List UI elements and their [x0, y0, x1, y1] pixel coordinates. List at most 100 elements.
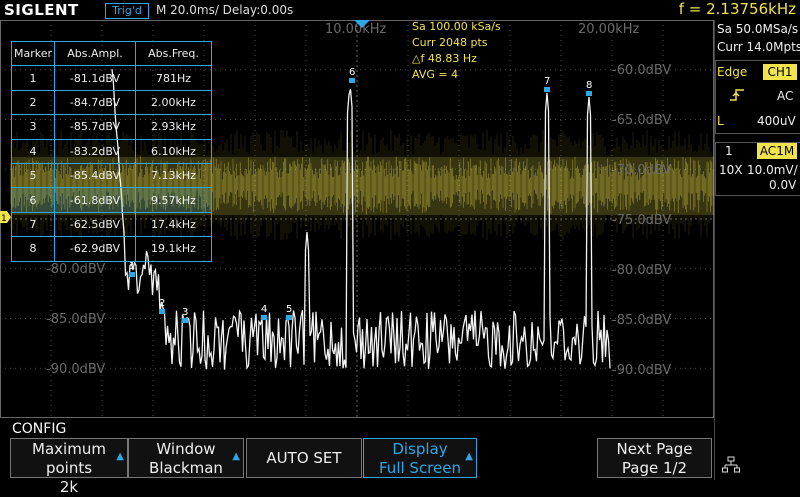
y-axis-label-right: -80.0dBV [612, 263, 671, 278]
marker-ampl: -62.9dBV [54, 236, 136, 262]
acq-sample-rate: Sa 50.0MSa/s [717, 22, 799, 36]
timebase-readout[interactable]: M 20.0ms/ Delay:0.00s [156, 3, 293, 17]
softkey-label: Maximum points [32, 440, 106, 477]
brand-logo: SIGLENT [4, 1, 79, 19]
top-status-bar: SIGLENT Trig'd M 20.0ms/ Delay:0.00s f =… [0, 0, 800, 20]
y-axis-label-right: -90.0dBV [612, 363, 671, 378]
marker-ampl: -84.7dBV [54, 89, 136, 116]
trace-marker-box [129, 272, 135, 277]
table-row: 8 -62.9dBV 19.1kHz [11, 236, 212, 262]
empty-softkey[interactable] [480, 438, 596, 478]
marker-id: 6 [11, 187, 55, 213]
y-axis-label-left: -90.0dBV [46, 362, 105, 377]
softkey-value: Blackman [149, 459, 223, 477]
marker-freq: 19.1kHz [135, 236, 212, 262]
ch1-probe: 10X [719, 163, 743, 177]
ch1-vdiv: 10.0mV/ [747, 163, 798, 177]
trace-marker-label: 6 [349, 67, 355, 78]
trigger-status-badge: Trig'd [105, 3, 149, 19]
marker-freq: 781Hz [135, 65, 212, 91]
marker-freq: 2.00kHz [135, 89, 212, 116]
trigger-coupling: AC [777, 89, 794, 103]
marker-id: 1 [11, 65, 55, 91]
ampl-col-header: Abs.Ampl. [54, 40, 136, 67]
softkey-value: Page 1/2 [621, 459, 688, 477]
marker-id: 3 [11, 114, 55, 140]
table-row: 7 -62.5dBV 17.4kHz [11, 211, 212, 238]
fft-averaging: AVG = 4 [412, 68, 459, 81]
ch1-number: 1 [725, 144, 733, 158]
softkey-label: Window [156, 440, 216, 458]
marker-ampl: -81.1dBV [54, 65, 136, 91]
table-row: 2 -84.7dBV 2.00kHz [11, 89, 212, 116]
table-row: 1 -81.1dBV 781Hz [11, 65, 212, 91]
trace-marker-label: 2 [159, 298, 165, 309]
trace-marker-label: 4 [261, 304, 267, 315]
y-axis-label-right: -60.0dBV [612, 63, 671, 78]
marker-ampl: -85.7dBV [54, 114, 136, 140]
y-axis-label-right: -75.0dBV [612, 213, 671, 228]
fft-display[interactable]: 12345678 10.00kHz 20.00kHz -60.0dBV -65.0dB… [0, 20, 714, 418]
trace-marker-box [349, 78, 355, 83]
max-points-softkey[interactable]: Maximum points 2k ▲ [10, 438, 128, 496]
marker-ampl: -83.2dBV [54, 138, 136, 164]
ch1-level-marker[interactable]: 1 [0, 211, 11, 224]
marker-id: 8 [11, 236, 55, 262]
trigger-type: Edge [717, 65, 748, 79]
trace-marker-label: 1 [129, 261, 135, 272]
trigger-level: 400uV [757, 114, 796, 128]
marker-ampl: -62.5dBV [54, 211, 136, 238]
window-softkey[interactable]: Window Blackman ▲ [128, 438, 244, 478]
table-row: 6 -61.8dBV 9.57kHz [11, 187, 212, 213]
trace-marker-label: 7 [544, 76, 550, 87]
y-axis-label-left: -85.0dBV [46, 312, 105, 327]
display-softkey[interactable]: Display Full Screen ▲ [363, 438, 477, 478]
marker-freq: 9.57kHz [135, 187, 212, 213]
y-axis-label-left: -80.0dBV [46, 262, 105, 277]
menu-title: CONFIG [12, 421, 67, 437]
marker-table: Marker Abs.Ampl. Abs.Freq. 1 -81.1dBV 781H… [11, 40, 212, 262]
marker-id: 2 [11, 89, 55, 116]
trigger-level-label: L [717, 114, 724, 128]
fft-resolution: △f 48.83 Hz [412, 52, 477, 65]
trigger-source-badge: CH1 [763, 64, 797, 80]
y-axis-label-right: -85.0dBV [612, 313, 671, 328]
network-icon [722, 456, 740, 473]
marker-freq: 6.10kHz [135, 138, 212, 164]
marker-table-header: Marker Abs.Ampl. Abs.Freq. [11, 40, 212, 67]
auto-set-softkey[interactable]: AUTO SET [246, 438, 362, 478]
y-axis-label-right: -65.0dBV [612, 113, 671, 128]
up-arrow-icon: ▲ [465, 451, 473, 462]
up-arrow-icon: ▲ [116, 451, 124, 462]
marker-freq: 17.4kHz [135, 211, 212, 238]
fft-points: Curr 2048 pts [412, 36, 488, 49]
trace-marker-box [159, 309, 165, 314]
up-arrow-icon: ▲ [232, 451, 240, 462]
softkey-label: Display [392, 440, 448, 458]
marker-id: 4 [11, 138, 55, 164]
softkey-label: Next Page [616, 440, 693, 458]
y-axis-label-right: -70.0dBV [612, 163, 671, 178]
table-row: 4 -83.2dBV 6.10kHz [11, 138, 212, 164]
trace-marker-box [261, 315, 267, 320]
right-status-panel: Sa 50.0MSa/s Curr 14.0Mpts Edge CH1 AC L… [714, 20, 800, 480]
freq-col-header: Abs.Freq. [135, 40, 212, 67]
table-row: 5 -85.4dBV 7.13kHz [11, 162, 212, 189]
ch1-offset: 0.0V [769, 178, 797, 192]
marker-id: 7 [11, 211, 55, 238]
acq-memory-depth: Curr 14.0Mpts [717, 40, 800, 54]
next-page-softkey[interactable]: Next Page Page 1/2 [597, 438, 712, 478]
trace-marker-label: 8 [586, 80, 592, 91]
marker-col-header: Marker [11, 40, 55, 67]
cursor-frequency-readout: f = 2.13756kHz [678, 0, 796, 18]
trace-marker-box [182, 318, 188, 323]
trace-marker-label: 5 [286, 304, 292, 315]
softkey-label: AUTO SET [266, 449, 342, 467]
table-row: 3 -85.7dBV 2.93kHz [11, 114, 212, 140]
softkey-value: 2k [59, 478, 79, 496]
x-axis-label: 20.00kHz [578, 22, 640, 37]
fft-sample-rate: Sa 100.00 kSa/s [412, 20, 501, 33]
rising-edge-icon [730, 89, 744, 101]
marker-freq: 2.93kHz [135, 114, 212, 140]
ch1-coupling-badge: AC1M [757, 143, 797, 159]
